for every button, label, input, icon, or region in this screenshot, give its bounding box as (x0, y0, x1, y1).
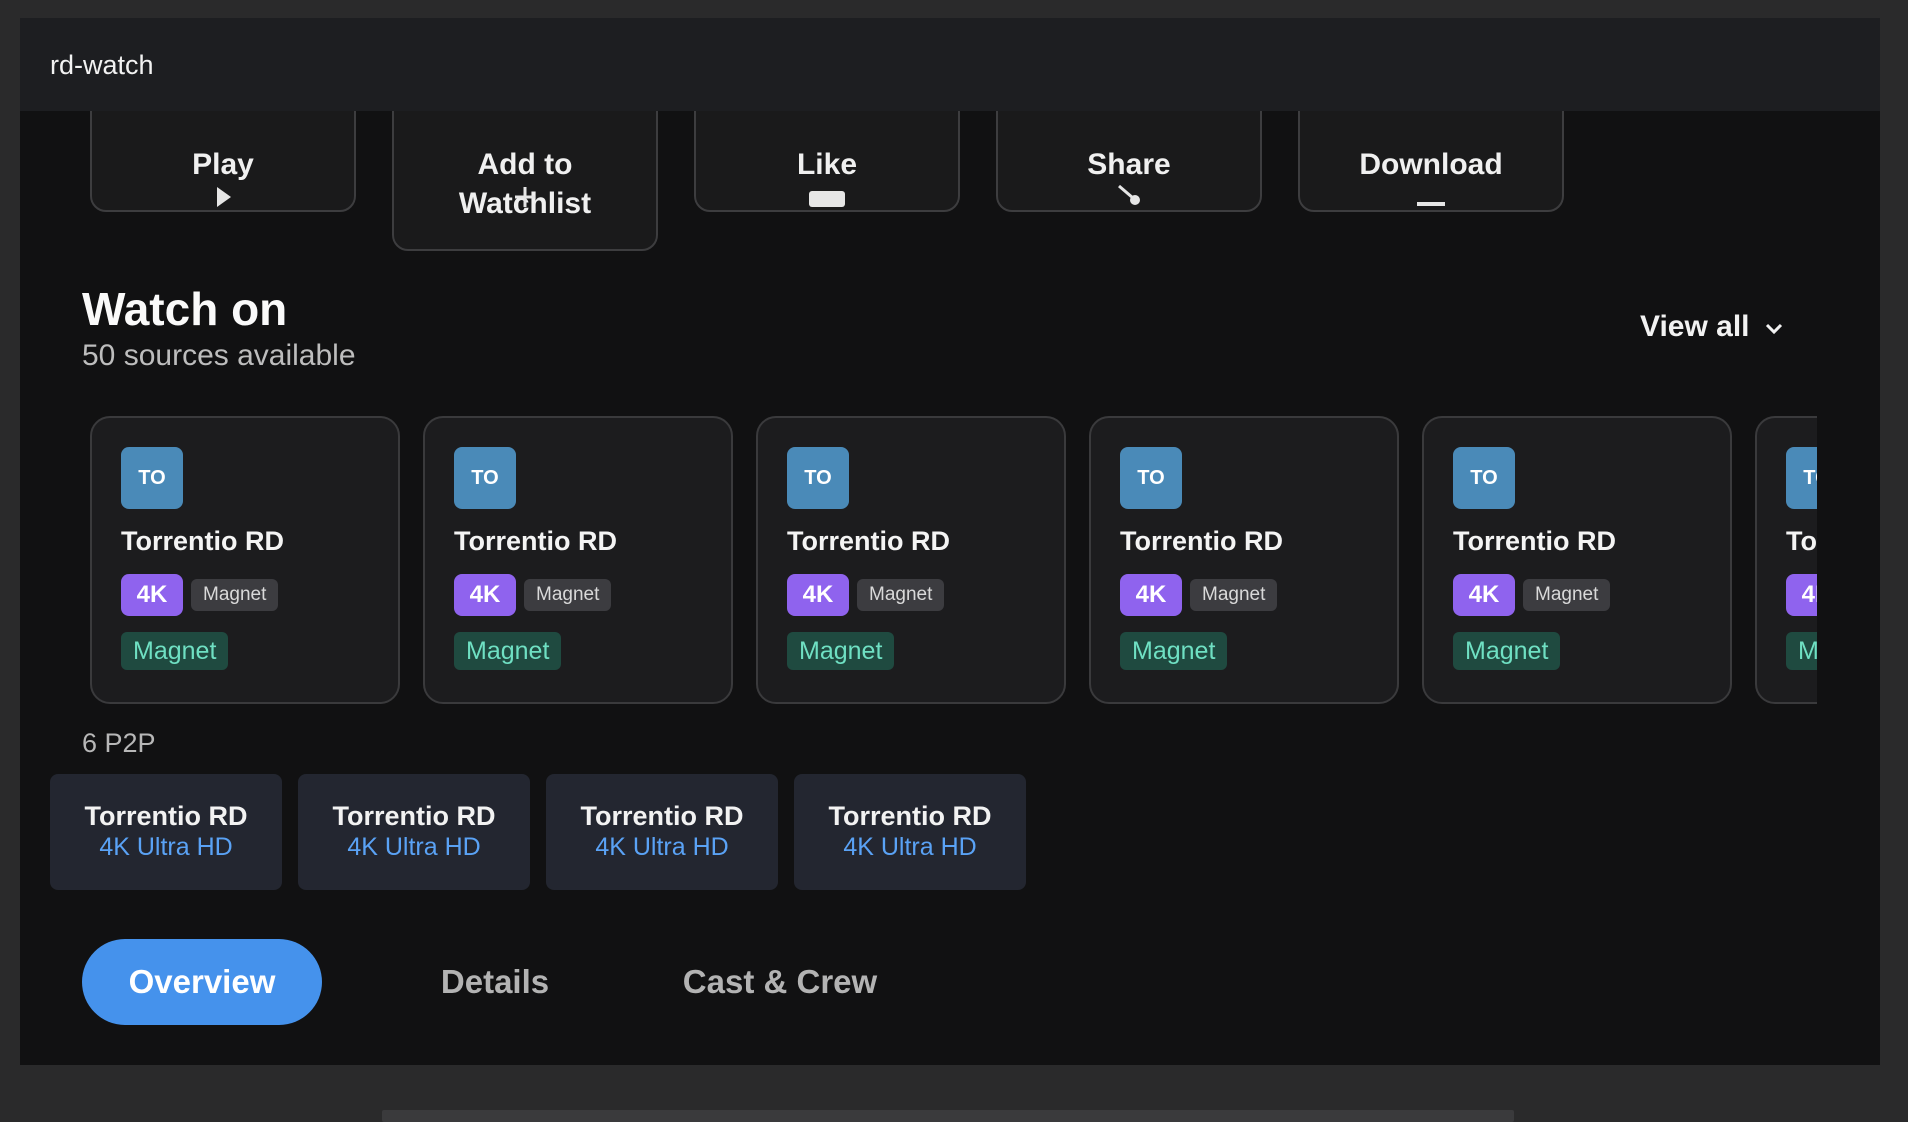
p2p-count: 6 P2P (82, 728, 156, 758)
tab-cast-crew[interactable]: Cast & Crew (660, 939, 900, 1025)
source-name: Torrentio RD (1786, 526, 1817, 556)
tab-details[interactable]: Details (415, 939, 575, 1025)
sources-carousel[interactable]: TO Torrentio RD 4K Magnet Magnet TO Torr… (90, 396, 1817, 706)
tab-overview[interactable]: Overview (82, 939, 322, 1025)
p2p-source-name: Torrentio RD (828, 801, 992, 831)
type-badge: Magnet (857, 579, 945, 611)
p2p-source-quality: 4K Ultra HD (843, 833, 977, 861)
magnet-tag: Magnet (121, 632, 229, 670)
p2p-source-chip[interactable]: Torrentio RD 4K Ultra HD (50, 774, 282, 890)
magnet-tag: Magnet (1786, 632, 1817, 670)
thumbs-up-icon (807, 185, 847, 214)
source-card[interactable]: TO Torrentio RD 4K Magnet Magnet (423, 416, 733, 704)
source-name: Torrentio RD (121, 526, 284, 556)
magnet-tag: Magnet (1120, 632, 1228, 670)
source-avatar: TO (1453, 447, 1515, 509)
source-name: Torrentio RD (454, 526, 617, 556)
horizontal-scrollbar[interactable] (382, 1110, 1514, 1122)
p2p-source-name: Torrentio RD (84, 801, 248, 831)
source-card[interactable]: TO Torrentio RD 4K Magnet Magnet (1755, 416, 1817, 704)
type-badge: Magnet (524, 579, 612, 611)
source-avatar: TO (1120, 447, 1182, 509)
download-label: Download (1359, 148, 1503, 181)
p2p-source-quality: 4K Ultra HD (595, 833, 729, 861)
p2p-source-chip[interactable]: Torrentio RD 4K Ultra HD (794, 774, 1026, 890)
source-name: Torrentio RD (1453, 526, 1616, 556)
source-avatar: TO (1786, 447, 1817, 509)
quality-badge: 4K (1120, 574, 1182, 616)
magnet-tag: Magnet (1453, 632, 1561, 670)
app-title: rd-watch (50, 50, 154, 80)
main-content: Play Add to Watchlist Like Share Downloa… (20, 18, 1880, 1065)
source-avatar: TO (121, 447, 183, 509)
quality-badge: 4K (454, 574, 516, 616)
source-card[interactable]: TO Torrentio RD 4K Magnet Magnet (90, 416, 400, 704)
p2p-source-name: Torrentio RD (332, 801, 496, 831)
p2p-source-chip[interactable]: Torrentio RD 4K Ultra HD (298, 774, 530, 890)
magnet-tag: Magnet (454, 632, 562, 670)
like-label: Like (796, 148, 858, 181)
p2p-source-chip[interactable]: Torrentio RD 4K Ultra HD (546, 774, 778, 890)
quality-badge: 4K (1453, 574, 1515, 616)
source-card[interactable]: TO Torrentio RD 4K Magnet Magnet (1089, 416, 1399, 704)
view-all-label: View all (1640, 310, 1750, 343)
source-avatar: TO (454, 447, 516, 509)
download-icon (1416, 186, 1446, 215)
app-window: Play Add to Watchlist Like Share Downloa… (20, 18, 1880, 1065)
chevron-down-icon (1764, 310, 1784, 344)
sources-count: 50 sources available (82, 339, 356, 372)
quality-badge: 4K (787, 574, 849, 616)
watch-on-title: Watch on (82, 283, 288, 335)
add-to-watchlist-button[interactable]: Add to Watchlist (392, 88, 658, 251)
plus-icon (513, 185, 537, 214)
type-badge: Magnet (1523, 579, 1611, 611)
type-badge: Magnet (191, 579, 279, 611)
p2p-source-quality: 4K Ultra HD (347, 833, 481, 861)
quality-badge: 4K (121, 574, 183, 616)
type-badge: Magnet (1190, 579, 1278, 611)
source-name: Torrentio RD (787, 526, 950, 556)
play-label: Play (192, 148, 254, 181)
share-icon (1115, 182, 1143, 215)
source-card[interactable]: TO Torrentio RD 4K Magnet Magnet (1422, 416, 1732, 704)
share-label: Share (1087, 148, 1171, 181)
source-avatar: TO (787, 447, 849, 509)
quality-badge: 4K (1786, 574, 1817, 616)
p2p-source-quality: 4K Ultra HD (99, 833, 233, 861)
magnet-tag: Magnet (787, 632, 895, 670)
title-bar: rd-watch (20, 18, 1880, 111)
view-all-button[interactable]: View all (1640, 310, 1784, 344)
play-icon (211, 185, 235, 214)
source-name: Torrentio RD (1120, 526, 1283, 556)
p2p-source-name: Torrentio RD (580, 801, 744, 831)
source-card[interactable]: TO Torrentio RD 4K Magnet Magnet (756, 416, 1066, 704)
